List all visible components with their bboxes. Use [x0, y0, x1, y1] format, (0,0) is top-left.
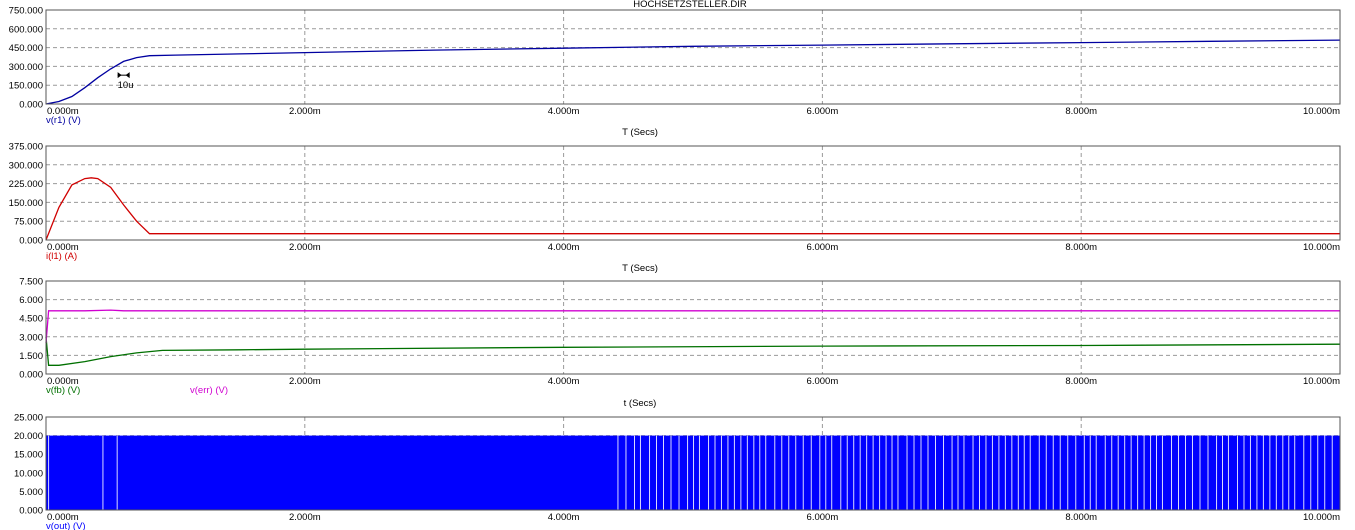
y-tick-label: 0.000 [19, 370, 43, 381]
x-tick-label: 8.000m [1065, 242, 1097, 253]
y-tick-label: 4.500 [19, 314, 43, 325]
x-tick-label: 4.000m [548, 512, 580, 523]
legend-label: v(r1) (V) [46, 115, 81, 126]
series-line-1 [45, 39, 1341, 105]
y-tick-label: 15.000 [14, 450, 43, 461]
cursor-annotation: 10u [118, 80, 134, 91]
plot-area: HOCHSETZSTELLER.DIR 0.000 150.000 300.000 4… [9, 0, 1341, 530]
x-tick-label: 10.000m [1303, 512, 1340, 523]
x-tick-label: 6.000m [807, 512, 839, 523]
x-axis-label-1: T (Secs) [622, 127, 658, 138]
x-tick-label: 4.000m [548, 242, 580, 253]
legend-label: v(err) (V) [190, 385, 228, 396]
y-tick-label: 300.000 [9, 62, 43, 73]
y-tick-label: 6.000 [19, 295, 43, 306]
x-tick-label: 2.000m [289, 376, 321, 387]
y-tick-label: 75.000 [14, 217, 43, 228]
y-tick-label: 0.000 [19, 236, 43, 247]
series-line-2 [45, 309, 1340, 344]
x-tick-label: 2.000m [289, 242, 321, 253]
y-tick-label: 300.000 [9, 160, 43, 171]
plot-frame [45, 280, 1341, 375]
y-tick-label: 450.000 [9, 43, 43, 54]
y-tick-label: 0.000 [19, 506, 43, 517]
x-tick-label: 6.000m [807, 242, 839, 253]
y-tick-label: 20.000 [14, 431, 43, 442]
panel-fb-err: 0.0001.5003.0004.5006.0007.5000.000m 2.00… [19, 277, 1341, 396]
panel-v-out: 0.0005.00010.00015.00020.00025.0000.000m… [14, 413, 1341, 530]
y-tick-label: 225.000 [9, 179, 43, 190]
x-tick-label: 8.000m [1065, 512, 1097, 523]
y-tick-label: 7.500 [19, 277, 43, 288]
x-tick-label: 10.000m [1303, 376, 1340, 387]
x-axis-label-3: t (Secs) [624, 398, 657, 409]
x-tick-label: 10.000m [1303, 242, 1340, 253]
y-tick-label: 150.000 [9, 81, 43, 92]
x-tick-label: 2.000m [289, 106, 321, 117]
y-tick-label: 10.000 [14, 468, 43, 479]
legend-label: i(l1) (A) [46, 251, 77, 262]
y-tick-label: 3.000 [19, 332, 43, 343]
panel-v-r1: 0.000 150.000 300.000 450.000 600.000 750.000… [9, 6, 1341, 126]
x-tick-label: 10.000m [1303, 106, 1340, 117]
x-tick-label: 2.000m [289, 512, 321, 523]
y-tick-label: 5.000 [19, 487, 43, 498]
y-tick-label: 375.000 [9, 142, 43, 153]
y-tick-label: 600.000 [9, 24, 43, 35]
plot-frame [45, 145, 1341, 241]
plot-frame [45, 9, 1341, 105]
x-tick-label: 8.000m [1065, 106, 1097, 117]
y-tick-label: 0.000 [19, 100, 43, 111]
x-tick-label: 6.000m [807, 106, 839, 117]
y-tick-label: 150.000 [9, 198, 43, 209]
x-tick-label: 8.000m [1065, 376, 1097, 387]
legend-label: v(out) (V) [46, 521, 86, 530]
x-tick-label: 4.000m [548, 106, 580, 117]
x-axis-label-2: T (Secs) [622, 263, 658, 274]
series-fill-v-out [46, 435, 1340, 510]
series-line-1 [45, 336, 1341, 366]
y-tick-label: 750.000 [9, 6, 43, 17]
window-title: HOCHSETZSTELLER.DIR [633, 0, 747, 10]
y-tick-label: 25.000 [14, 413, 43, 424]
panel-i-l1: 0.00075.000150.000225.000300.000375.0000… [9, 142, 1341, 262]
x-tick-label: 6.000m [807, 376, 839, 387]
x-tick-label: 4.000m [548, 376, 580, 387]
y-tick-label: 1.500 [19, 351, 43, 362]
legend-label: v(fb) (V) [46, 385, 80, 396]
series-line-1 [45, 177, 1340, 241]
